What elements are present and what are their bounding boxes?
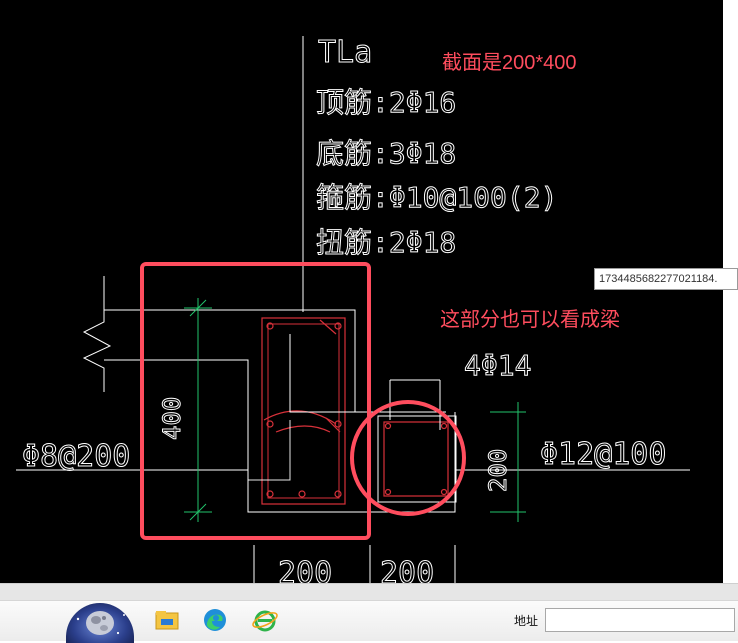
beam-note: 这部分也可以看成梁 (440, 308, 620, 331)
file-explorer-icon[interactable] (152, 605, 182, 635)
left-dim-label: 400 (158, 397, 186, 440)
bottom-bar-label: 底筋:3Φ18 (316, 137, 456, 170)
torsion-bar-label: 扭筋:2Φ18 (316, 226, 456, 259)
tooltip: 1734485682277021184. (594, 268, 738, 290)
stirrup-label: 箍筋:Φ10@100(2) (316, 181, 557, 214)
bottom-dim-right-label: 200 (380, 556, 434, 583)
right-margin (723, 0, 738, 583)
rebar-dots (266, 322, 342, 498)
address-label: 地址 (514, 614, 539, 628)
edge-browser-icon[interactable] (200, 605, 230, 635)
small-beam-section (383, 421, 449, 497)
beam-id-label: TLa (318, 35, 372, 70)
right-dim-label: 200 (484, 449, 512, 492)
bottom-dim-left-label: 200 (278, 556, 332, 583)
left-stirrup-label: Φ8@200 (22, 439, 130, 474)
window-bottom-border (0, 583, 738, 601)
ie-browser-icon[interactable] (250, 605, 280, 635)
address-input[interactable] (545, 608, 735, 632)
right-top-bar-label: 4Φ14 (464, 349, 531, 382)
right-stirrup-label: Φ12@100 (540, 437, 666, 472)
top-bar-label: 顶筋:2Φ16 (316, 86, 456, 119)
section-note: 截面是200*400 (442, 51, 577, 74)
left-dimension (184, 298, 212, 522)
cad-drawing-canvas[interactable]: TLa 顶筋:2Φ16 底筋:3Φ18 箍筋:Φ10@100(2) 扭筋:2Φ1… (0, 0, 723, 592)
break-line (82, 276, 112, 392)
